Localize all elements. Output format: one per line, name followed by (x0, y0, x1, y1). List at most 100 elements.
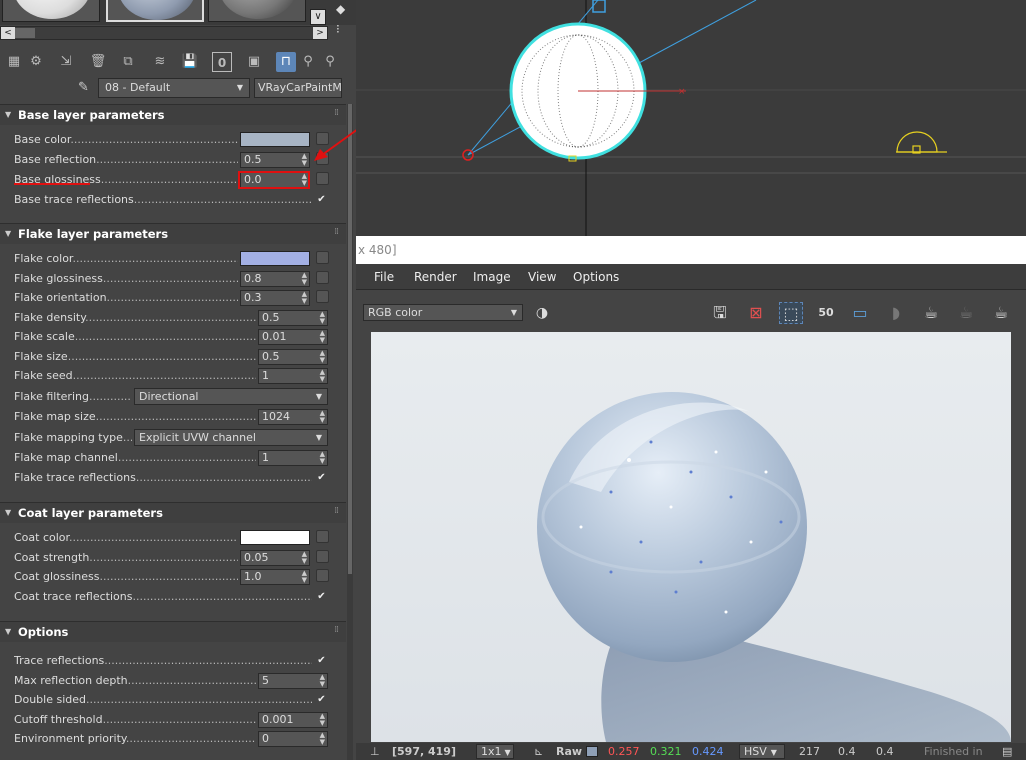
map-button[interactable] (316, 550, 329, 563)
spinner-arrows-icon[interactable]: ▲ ▼ (320, 369, 325, 383)
picker-icon[interactable]: ⊾ (534, 745, 543, 758)
spinner-arrows-icon[interactable]: ▲ ▼ (320, 410, 325, 424)
put-to-scene-icon[interactable]: ⚙ (26, 52, 46, 72)
scroll-thumb[interactable] (348, 104, 352, 574)
spinner-arrows-icon[interactable]: ▲ ▼ (320, 713, 325, 727)
flake-density-spinner[interactable]: 0.5 ▲ ▼ (258, 310, 328, 326)
options-header[interactable]: ▼ Options ⁞⁞ (0, 622, 346, 642)
flake-size-spinner[interactable]: 0.5 ▲ ▼ (258, 349, 328, 365)
render-teapot-icon[interactable]: ☕ (989, 302, 1013, 324)
sample-type-icon[interactable]: ◆ (336, 2, 345, 16)
base-reflection-spinner[interactable]: 0.5 ▲ ▼ (240, 152, 310, 168)
spinner-arrows-icon[interactable]: ▲ ▼ (320, 350, 325, 364)
spinner-arrows-icon[interactable]: ▲ ▼ (320, 451, 325, 465)
get-material-icon[interactable]: ▦ (4, 52, 24, 72)
flake-seed-spinner[interactable]: 1 ▲ ▼ (258, 368, 328, 384)
coat-color-swatch[interactable] (240, 530, 310, 545)
make-copy-icon[interactable]: ⧉ (118, 52, 138, 72)
drag-handle-icon[interactable]: ⁞⁞ (334, 625, 339, 635)
max-depth-spinner[interactable]: 5 ▲ ▼ (258, 673, 328, 689)
material-slot-3[interactable] (208, 0, 306, 22)
spinner-arrows-icon[interactable]: ▲ ▼ (320, 330, 325, 344)
go-to-parent-icon[interactable]: ⚲ (298, 52, 318, 72)
eyedropper-icon[interactable]: ✎ (78, 80, 89, 95)
env-priority-spinner[interactable]: 0 ▲ ▼ (258, 731, 328, 747)
material-slot-1[interactable] (2, 0, 100, 22)
flake-color-swatch[interactable] (240, 251, 310, 266)
menu-render[interactable]: Render (414, 270, 457, 284)
spinner-arrows-icon[interactable]: ▲ ▼ (302, 551, 307, 565)
drag-handle-icon[interactable]: ⁞⁞ (334, 506, 339, 516)
flake-layer-header[interactable]: ▼ Flake layer parameters ⁞⁞ (0, 224, 346, 244)
flake-map-channel-spinner[interactable]: 1 ▲ ▼ (258, 450, 328, 466)
base-color-swatch[interactable] (240, 132, 310, 147)
color-space-dropdown[interactable]: HSV ▼ (739, 744, 785, 759)
drag-handle-icon[interactable]: ⁞⁞ (334, 227, 339, 237)
flake-trace-checkbox[interactable]: ✔ (316, 472, 327, 483)
sample-size-dropdown[interactable]: 1x1 ▼ (476, 744, 514, 759)
zoom-icon[interactable]: 50 (814, 302, 838, 324)
spinner-arrows-icon[interactable]: ▲ ▼ (302, 153, 307, 167)
menu-file[interactable]: File (374, 270, 394, 284)
interactive-render-icon[interactable]: ☕ (919, 302, 943, 324)
flake-scale-spinner[interactable]: 0.01 ▲ ▼ (258, 329, 328, 345)
material-name-field[interactable]: 08 - Default ▼ (98, 78, 250, 98)
show-in-viewport-icon[interactable]: ▣ (244, 52, 264, 72)
reset-map-icon[interactable]: 🗑 (88, 52, 108, 72)
show-end-result-icon[interactable]: ⊓ (276, 52, 296, 72)
spinner-arrows-icon[interactable]: ▲ ▼ (320, 732, 325, 746)
lens-effects-icon[interactable]: ◗ (884, 302, 908, 324)
material-type-button[interactable]: VRayCarPaintMtl (254, 78, 342, 98)
spinner-arrows-icon[interactable]: ▲ ▼ (320, 311, 325, 325)
menu-view[interactable]: View (528, 270, 556, 284)
cutoff-spinner[interactable]: 0.001 ▲ ▼ (258, 712, 328, 728)
menu-options[interactable]: Options (573, 270, 619, 284)
coat-glossiness-spinner[interactable]: 1.0 ▲ ▼ (240, 569, 310, 585)
region-render-icon[interactable]: ⬚ (779, 302, 803, 324)
spinner-arrows-icon[interactable]: ▲ ▼ (320, 674, 325, 688)
coat-trace-checkbox[interactable]: ✔ (316, 591, 327, 602)
base-layer-header[interactable]: ▼ Base layer parameters ⁞⁞ (0, 105, 346, 125)
rollout-scrollbar[interactable] (347, 104, 353, 760)
color-clamp-icon[interactable]: ◑ (530, 302, 554, 324)
viewport[interactable]: × (356, 0, 1026, 236)
slots-dropdown-button[interactable]: ∨ (310, 9, 326, 25)
save-image-icon[interactable]: 🖫 (708, 302, 732, 324)
material-slot-2[interactable] (106, 0, 204, 22)
map-button[interactable] (316, 290, 329, 303)
go-forward-sibling-icon[interactable]: ⚲ (320, 52, 340, 72)
map-button[interactable] (316, 251, 329, 264)
flake-mapping-type-dropdown[interactable]: Explicit UVW channel ▼ (134, 429, 328, 446)
slots-scrollbar[interactable]: < > (0, 26, 328, 40)
make-unique-icon[interactable]: ≋ (150, 52, 170, 72)
spinner-arrows-icon[interactable]: ▲ ▼ (302, 272, 307, 286)
map-button[interactable] (316, 172, 329, 185)
spinner-arrows-icon[interactable]: ▲ ▼ (302, 291, 307, 305)
scroll-left-icon[interactable]: < (1, 27, 15, 39)
scroll-right-icon[interactable]: > (313, 27, 327, 39)
map-button[interactable] (316, 530, 329, 543)
backlight-icon[interactable]: ⁝ (336, 22, 340, 36)
drag-handle-icon[interactable]: ⁞⁞ (334, 108, 339, 118)
clear-image-icon[interactable]: ⊠ (744, 302, 768, 324)
assign-material-icon[interactable]: ⇲ (56, 52, 76, 72)
track-mouse-icon[interactable]: ▭ (848, 302, 872, 324)
map-button[interactable] (316, 569, 329, 582)
flake-orientation-spinner[interactable]: 0.3 ▲ ▼ (240, 290, 310, 306)
double-sided-checkbox[interactable]: ✔ (316, 694, 327, 705)
channel-dropdown[interactable]: RGB color ▼ (363, 304, 523, 321)
trace-reflections-checkbox[interactable]: ✔ (316, 655, 327, 666)
base-trace-checkbox[interactable]: ✔ (316, 194, 327, 205)
flake-glossiness-spinner[interactable]: 0.8 ▲ ▼ (240, 271, 310, 287)
map-button[interactable] (316, 271, 329, 284)
flake-map-size-spinner[interactable]: 1024 ▲ ▼ (258, 409, 328, 425)
coat-strength-spinner[interactable]: 0.05 ▲ ▼ (240, 550, 310, 566)
material-id-icon[interactable]: 0 (212, 52, 232, 72)
log-icon[interactable]: ▤ (1002, 745, 1012, 758)
spinner-arrows-icon[interactable]: ▲ ▼ (302, 570, 307, 584)
coat-layer-header[interactable]: ▼ Coat layer parameters ⁞⁞ (0, 503, 346, 523)
scroll-thumb[interactable] (15, 28, 35, 38)
flake-filtering-dropdown[interactable]: Directional ▼ (134, 388, 328, 405)
menu-image[interactable]: Image (473, 270, 511, 284)
put-to-library-icon[interactable]: 💾 (180, 52, 200, 72)
